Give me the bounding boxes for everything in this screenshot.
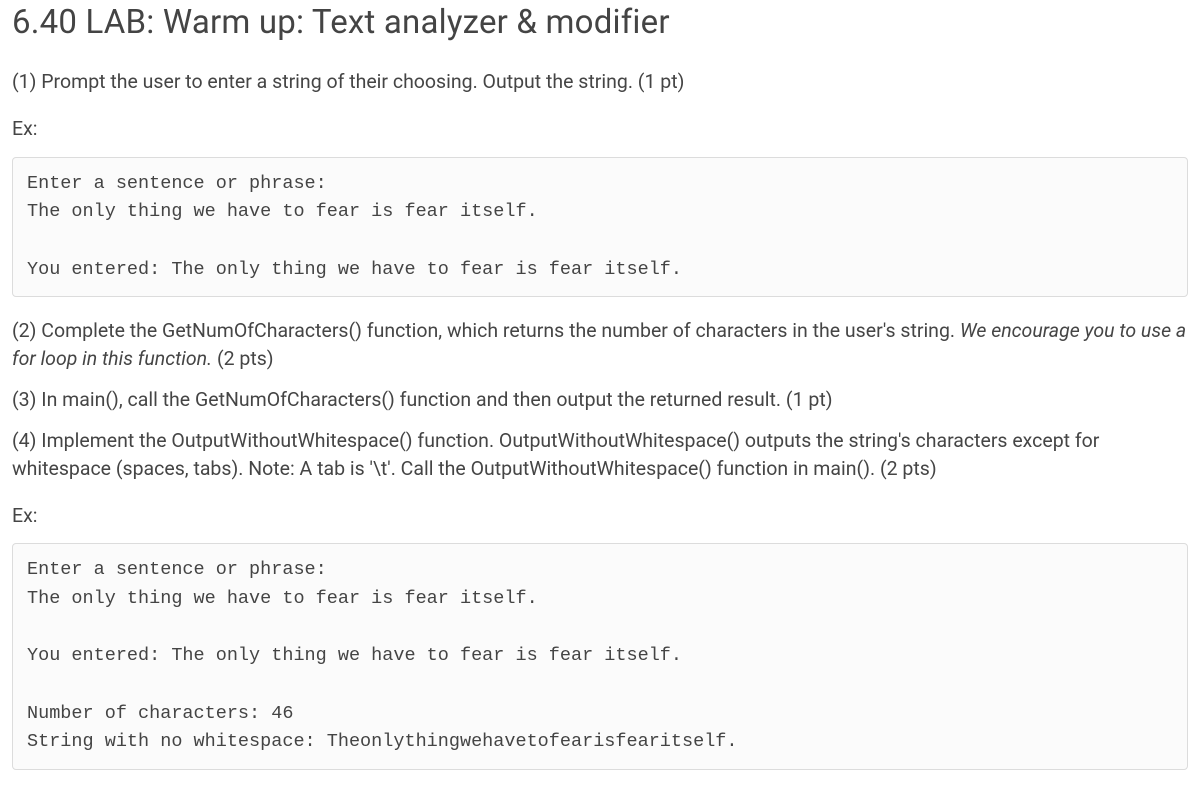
example-2-code: Enter a sentence or phrase: The only thi… (12, 543, 1188, 770)
example-2-label: Ex: (12, 502, 1188, 529)
step-2-text-b: (2 pts) (212, 347, 274, 370)
step-4-text: (4) Implement the OutputWithoutWhitespac… (12, 427, 1188, 482)
example-1-code: Enter a sentence or phrase: The only thi… (12, 157, 1188, 298)
step-3-text: (3) In main(), call the GetNumOfCharacte… (12, 386, 1188, 413)
example-1-label: Ex: (12, 115, 1188, 142)
step-2-text-a: (2) Complete the GetNumOfCharacters() fu… (12, 319, 960, 342)
step-1-text: (1) Prompt the user to enter a string of… (12, 68, 1188, 95)
page-title: 6.40 LAB: Warm up: Text analyzer & modif… (12, 0, 1188, 46)
step-2-text: (2) Complete the GetNumOfCharacters() fu… (12, 317, 1188, 372)
